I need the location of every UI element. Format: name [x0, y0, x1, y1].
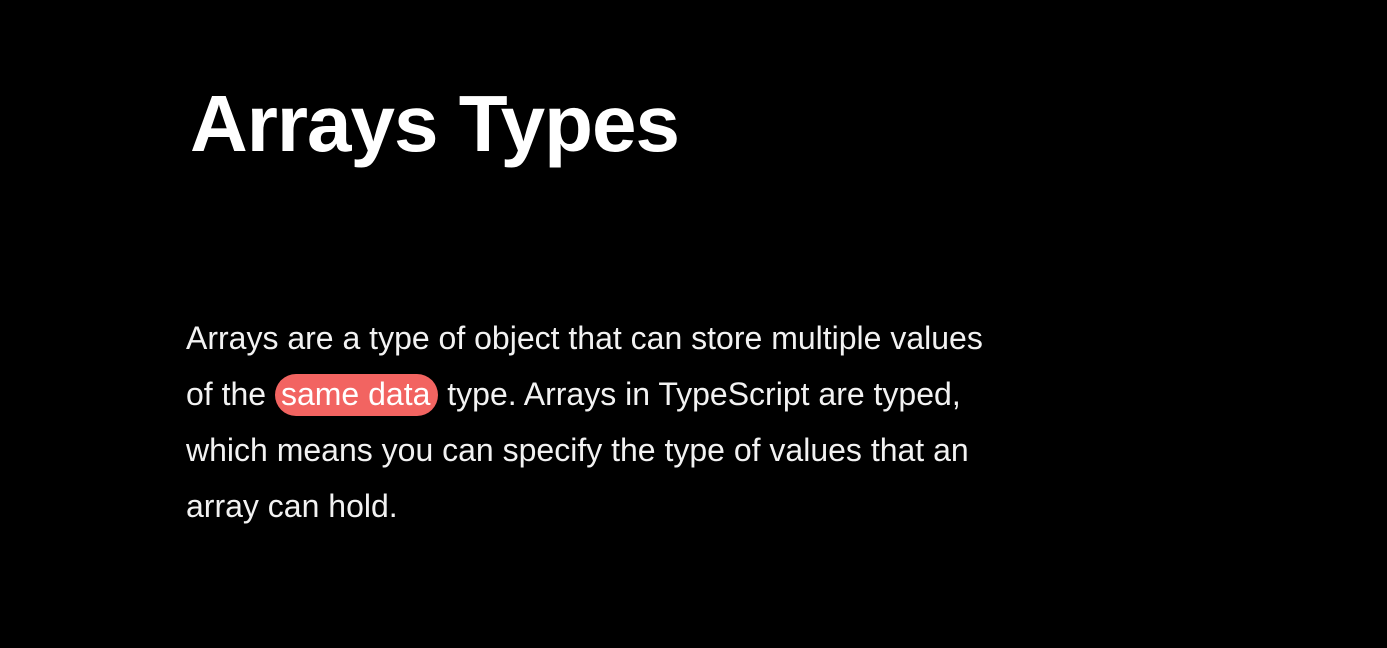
highlighted-phrase: same data — [274, 374, 439, 416]
paragraph-line-4: array can hold. — [186, 488, 398, 524]
slide-paragraph: Arrays are a type of object that can sto… — [186, 310, 1166, 534]
paragraph-line-2-end: type. Arrays in TypeScript are typed, — [438, 376, 961, 412]
paragraph-line-3: which means you can specify the type of … — [186, 432, 969, 468]
presentation-slide: Arrays Types Arrays are a type of object… — [0, 0, 1387, 648]
paragraph-line-1: Arrays are a type of object that can sto… — [186, 320, 983, 356]
paragraph-line-2: of the same data type. Arrays in TypeScr… — [186, 366, 1166, 422]
slide-title: Arrays Types — [190, 79, 680, 168]
paragraph-line-2-start: of the — [186, 376, 275, 412]
